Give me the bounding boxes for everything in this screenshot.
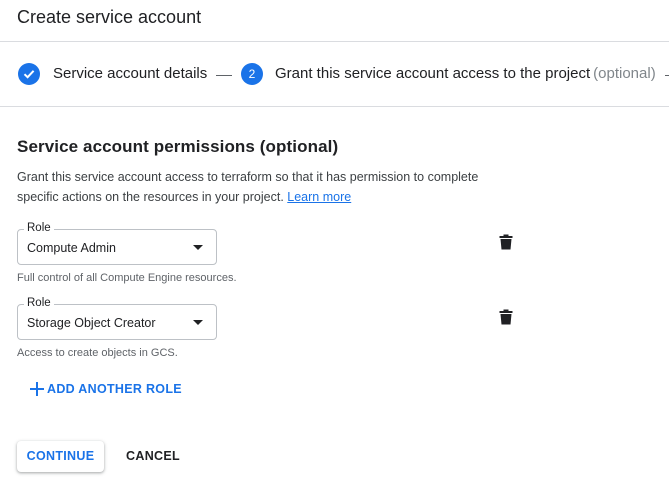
page-header: Create service account [0,0,669,42]
add-another-role-label: ADD ANOTHER ROLE [47,382,182,396]
step2-optional-text: (optional) [593,65,656,82]
stepper: Service account details 2 Grant this ser… [0,42,669,107]
step-separator [216,75,232,76]
role-label: Role [24,221,54,235]
caret-down-icon [193,320,203,325]
role-help-text: Full control of all Compute Engine resou… [17,272,237,284]
step-separator [665,75,669,76]
delete-role-button[interactable] [499,234,519,254]
role-value: Storage Object Creator [27,316,156,330]
trash-icon [499,234,513,250]
caret-down-icon [193,245,203,250]
role-help-text: Access to create objects in GCS. [17,347,178,359]
section-description-text: Grant this service account access to ter… [17,170,479,204]
step2-label-text: Grant this service account access to the… [275,65,591,82]
step1-check-icon[interactable] [18,63,40,85]
step2-label: Grant this service account access to the… [275,65,656,83]
step1-label[interactable]: Service account details [53,65,207,83]
role-row: Role Compute Admin Full control of all C… [17,221,537,299]
delete-role-button[interactable] [499,309,519,329]
role-row: Role Storage Object Creator Access to cr… [17,296,537,374]
role-label: Role [24,296,54,310]
role-value: Compute Admin [27,241,116,255]
continue-button[interactable]: CONTINUE [17,441,104,472]
trash-icon [499,309,513,325]
role-select[interactable]: Role Storage Object Creator [17,296,217,340]
step2-number-badge: 2 [241,63,263,85]
role-select[interactable]: Role Compute Admin [17,221,217,265]
page-title: Create service account [17,7,202,27]
learn-more-link[interactable]: Learn more [287,190,351,204]
cancel-button[interactable]: CANCEL [118,441,188,472]
plus-icon [30,382,44,396]
create-service-account-page: Create service account Service account d… [0,0,669,494]
section-description: Grant this service account access to ter… [17,167,517,207]
section-title: Service account permissions (optional) [17,137,339,156]
